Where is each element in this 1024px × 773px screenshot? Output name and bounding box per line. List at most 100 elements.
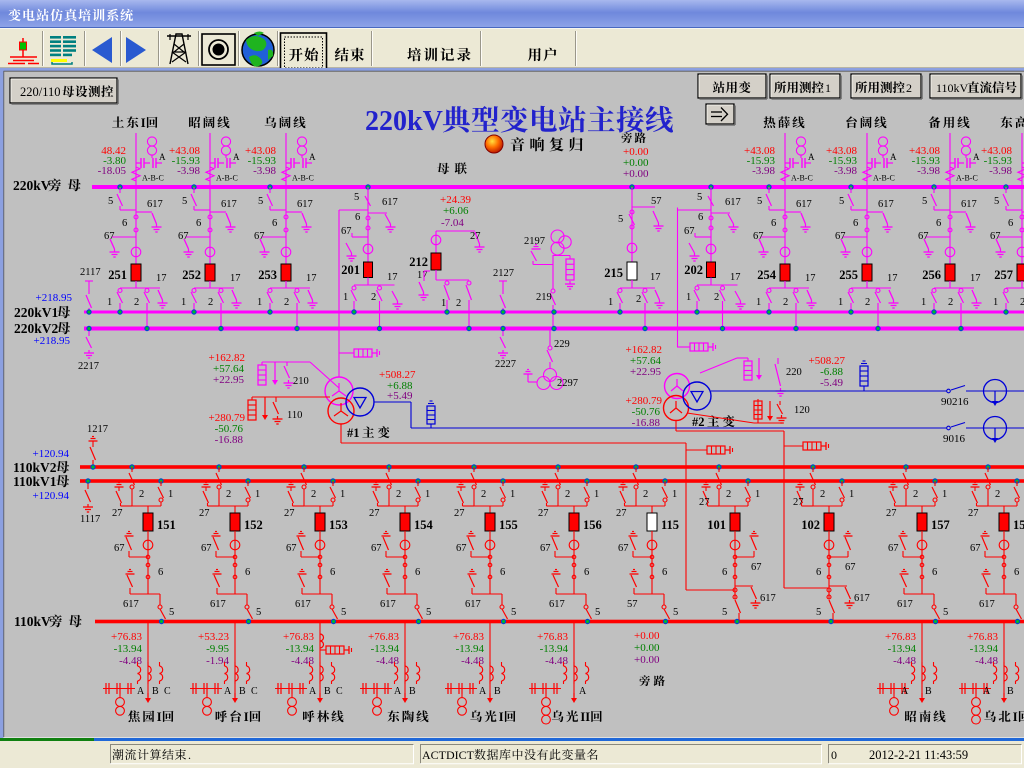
svg-text:2: 2 — [820, 489, 825, 500]
svg-text:67: 67 — [341, 226, 352, 237]
svg-text:5: 5 — [994, 196, 999, 207]
svg-text:A: A — [224, 686, 232, 697]
svg-text:67: 67 — [751, 562, 762, 573]
svg-text:17: 17 — [650, 272, 661, 283]
svg-text:617: 617 — [465, 599, 481, 610]
svg-text:2: 2 — [913, 489, 918, 500]
svg-text:6: 6 — [698, 212, 703, 223]
svg-text:+76.83: +76.83 — [885, 631, 916, 643]
svg-text:154: 154 — [414, 518, 434, 532]
svg-text:1: 1 — [441, 298, 446, 309]
svg-text:110: 110 — [287, 410, 302, 421]
svg-text:110kV2: 110kV2 — [13, 460, 57, 475]
svg-text:-16.88: -16.88 — [215, 434, 244, 446]
svg-text:A: A — [159, 152, 166, 162]
svg-text:2: 2 — [865, 297, 870, 308]
svg-text:2217: 2217 — [78, 361, 99, 372]
svg-text:-9.95: -9.95 — [206, 643, 229, 655]
svg-text:I: I — [141, 116, 146, 130]
svg-text:5: 5 — [182, 196, 187, 207]
svg-text:2127: 2127 — [493, 268, 514, 279]
svg-text:2: 2 — [311, 489, 316, 500]
svg-text:A: A — [890, 152, 897, 162]
svg-text:220kV: 220kV — [13, 178, 51, 193]
svg-text:155: 155 — [499, 518, 518, 532]
svg-text:1: 1 — [425, 489, 430, 500]
svg-text:6: 6 — [355, 212, 360, 223]
svg-text:152: 152 — [244, 518, 263, 532]
svg-text:67: 67 — [104, 231, 115, 242]
svg-text:27: 27 — [968, 508, 979, 519]
svg-text:+76.83: +76.83 — [453, 631, 484, 643]
svg-text:255: 255 — [839, 268, 858, 282]
svg-text:2: 2 — [371, 292, 376, 303]
svg-text:27: 27 — [199, 508, 210, 519]
svg-text:6: 6 — [122, 218, 127, 229]
svg-text:153: 153 — [329, 518, 348, 532]
svg-text:1: 1 — [756, 297, 761, 308]
svg-text:6: 6 — [196, 218, 201, 229]
svg-text:617: 617 — [725, 197, 741, 208]
svg-text:2227: 2227 — [495, 359, 516, 370]
svg-text:1: 1 — [672, 489, 677, 500]
svg-text:5: 5 — [256, 607, 261, 618]
svg-text:5: 5 — [922, 196, 927, 207]
svg-text:67: 67 — [835, 231, 846, 242]
svg-text:617: 617 — [878, 199, 894, 210]
svg-text:-5.49: -5.49 — [820, 377, 843, 389]
svg-text:151: 151 — [157, 518, 176, 532]
svg-text:5: 5 — [839, 196, 844, 207]
svg-text:C: C — [251, 686, 258, 697]
svg-text:2: 2 — [139, 489, 144, 500]
svg-text:6: 6 — [1014, 567, 1019, 578]
svg-text:A-B-C: A-B-C — [216, 174, 238, 183]
svg-text:A-B-C: A-B-C — [873, 174, 895, 183]
svg-text:2: 2 — [208, 297, 213, 308]
svg-text:220/110: 220/110 — [20, 85, 61, 99]
svg-text:219: 219 — [536, 292, 552, 303]
svg-text:27: 27 — [284, 508, 295, 519]
svg-text:67: 67 — [918, 231, 929, 242]
svg-text:#2: #2 — [692, 415, 705, 429]
svg-text:5: 5 — [258, 196, 263, 207]
svg-text:B: B — [152, 686, 159, 697]
svg-text:1: 1 — [608, 297, 613, 308]
svg-text:617: 617 — [549, 599, 565, 610]
svg-text:A: A — [394, 686, 402, 697]
svg-text:617: 617 — [760, 593, 776, 604]
svg-text:27: 27 — [454, 508, 465, 519]
svg-text:+0.00: +0.00 — [634, 642, 660, 654]
svg-text:+5.49: +5.49 — [387, 390, 413, 402]
svg-text:1: 1 — [825, 81, 831, 95]
svg-text:212: 212 — [409, 255, 428, 269]
svg-text:1: 1 — [257, 297, 262, 308]
svg-text:617: 617 — [210, 599, 226, 610]
svg-text:-13.94: -13.94 — [888, 643, 917, 655]
svg-text:57: 57 — [651, 196, 662, 207]
svg-text:1: 1 — [594, 489, 599, 500]
svg-text:17: 17 — [970, 273, 981, 284]
svg-text:67: 67 — [990, 231, 1001, 242]
svg-text:5: 5 — [697, 192, 702, 203]
svg-text:17: 17 — [805, 273, 816, 284]
svg-text:+218.95: +218.95 — [36, 292, 73, 304]
svg-text:157: 157 — [931, 518, 950, 532]
svg-text:617: 617 — [297, 199, 313, 210]
svg-text:17: 17 — [417, 270, 428, 281]
svg-text:115: 115 — [661, 518, 679, 532]
svg-text:5: 5 — [511, 607, 516, 618]
svg-text:617: 617 — [382, 197, 398, 208]
svg-text:5: 5 — [354, 192, 359, 203]
svg-text:156: 156 — [583, 518, 602, 532]
svg-text:110kV: 110kV — [936, 81, 969, 95]
svg-text:27: 27 — [886, 508, 897, 519]
svg-text:-3.98: -3.98 — [253, 165, 276, 177]
svg-text:27: 27 — [369, 508, 380, 519]
svg-text:27: 27 — [470, 231, 481, 242]
svg-text:5: 5 — [816, 607, 821, 618]
svg-text:1: 1 — [168, 489, 173, 500]
svg-text:5: 5 — [595, 607, 600, 618]
svg-text:6: 6 — [500, 567, 505, 578]
svg-text:-7.04: -7.04 — [441, 217, 464, 229]
svg-text:1: 1 — [838, 297, 843, 308]
